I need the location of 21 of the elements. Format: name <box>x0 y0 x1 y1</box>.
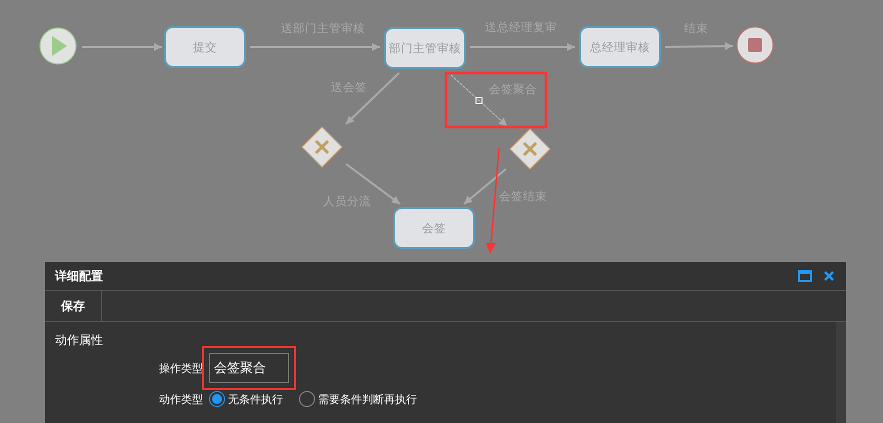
maximize-icon[interactable] <box>798 270 812 282</box>
start-event-icon[interactable] <box>40 28 76 64</box>
section-title: 动作属性 <box>55 332 103 349</box>
save-button[interactable]: 保存 <box>45 291 102 321</box>
input-field[interactable]: 会签聚合 <box>209 353 289 383</box>
scrollbar[interactable] <box>836 322 846 423</box>
handle-icon[interactable] <box>476 97 482 104</box>
gateway-icon[interactable] <box>509 128 551 170</box>
panel-title: 详细配置 <box>55 268 103 284</box>
end-event-icon[interactable] <box>736 26 774 64</box>
close-icon[interactable] <box>824 271 834 281</box>
connector-arrow[interactable] <box>82 43 162 51</box>
connector-arrow[interactable] <box>345 72 400 125</box>
radio-option[interactable]: 无条件执行 <box>209 391 283 407</box>
field-label: 动作类型 <box>158 392 203 406</box>
gateway-icon[interactable] <box>301 126 343 168</box>
connector-arrow[interactable] <box>470 43 575 51</box>
connector-arrow[interactable] <box>250 43 380 51</box>
connector-arrow[interactable] <box>664 42 734 50</box>
field-label: 操作类型 <box>158 360 203 376</box>
radio-option[interactable]: 需要条件判断再执行 <box>299 391 417 407</box>
